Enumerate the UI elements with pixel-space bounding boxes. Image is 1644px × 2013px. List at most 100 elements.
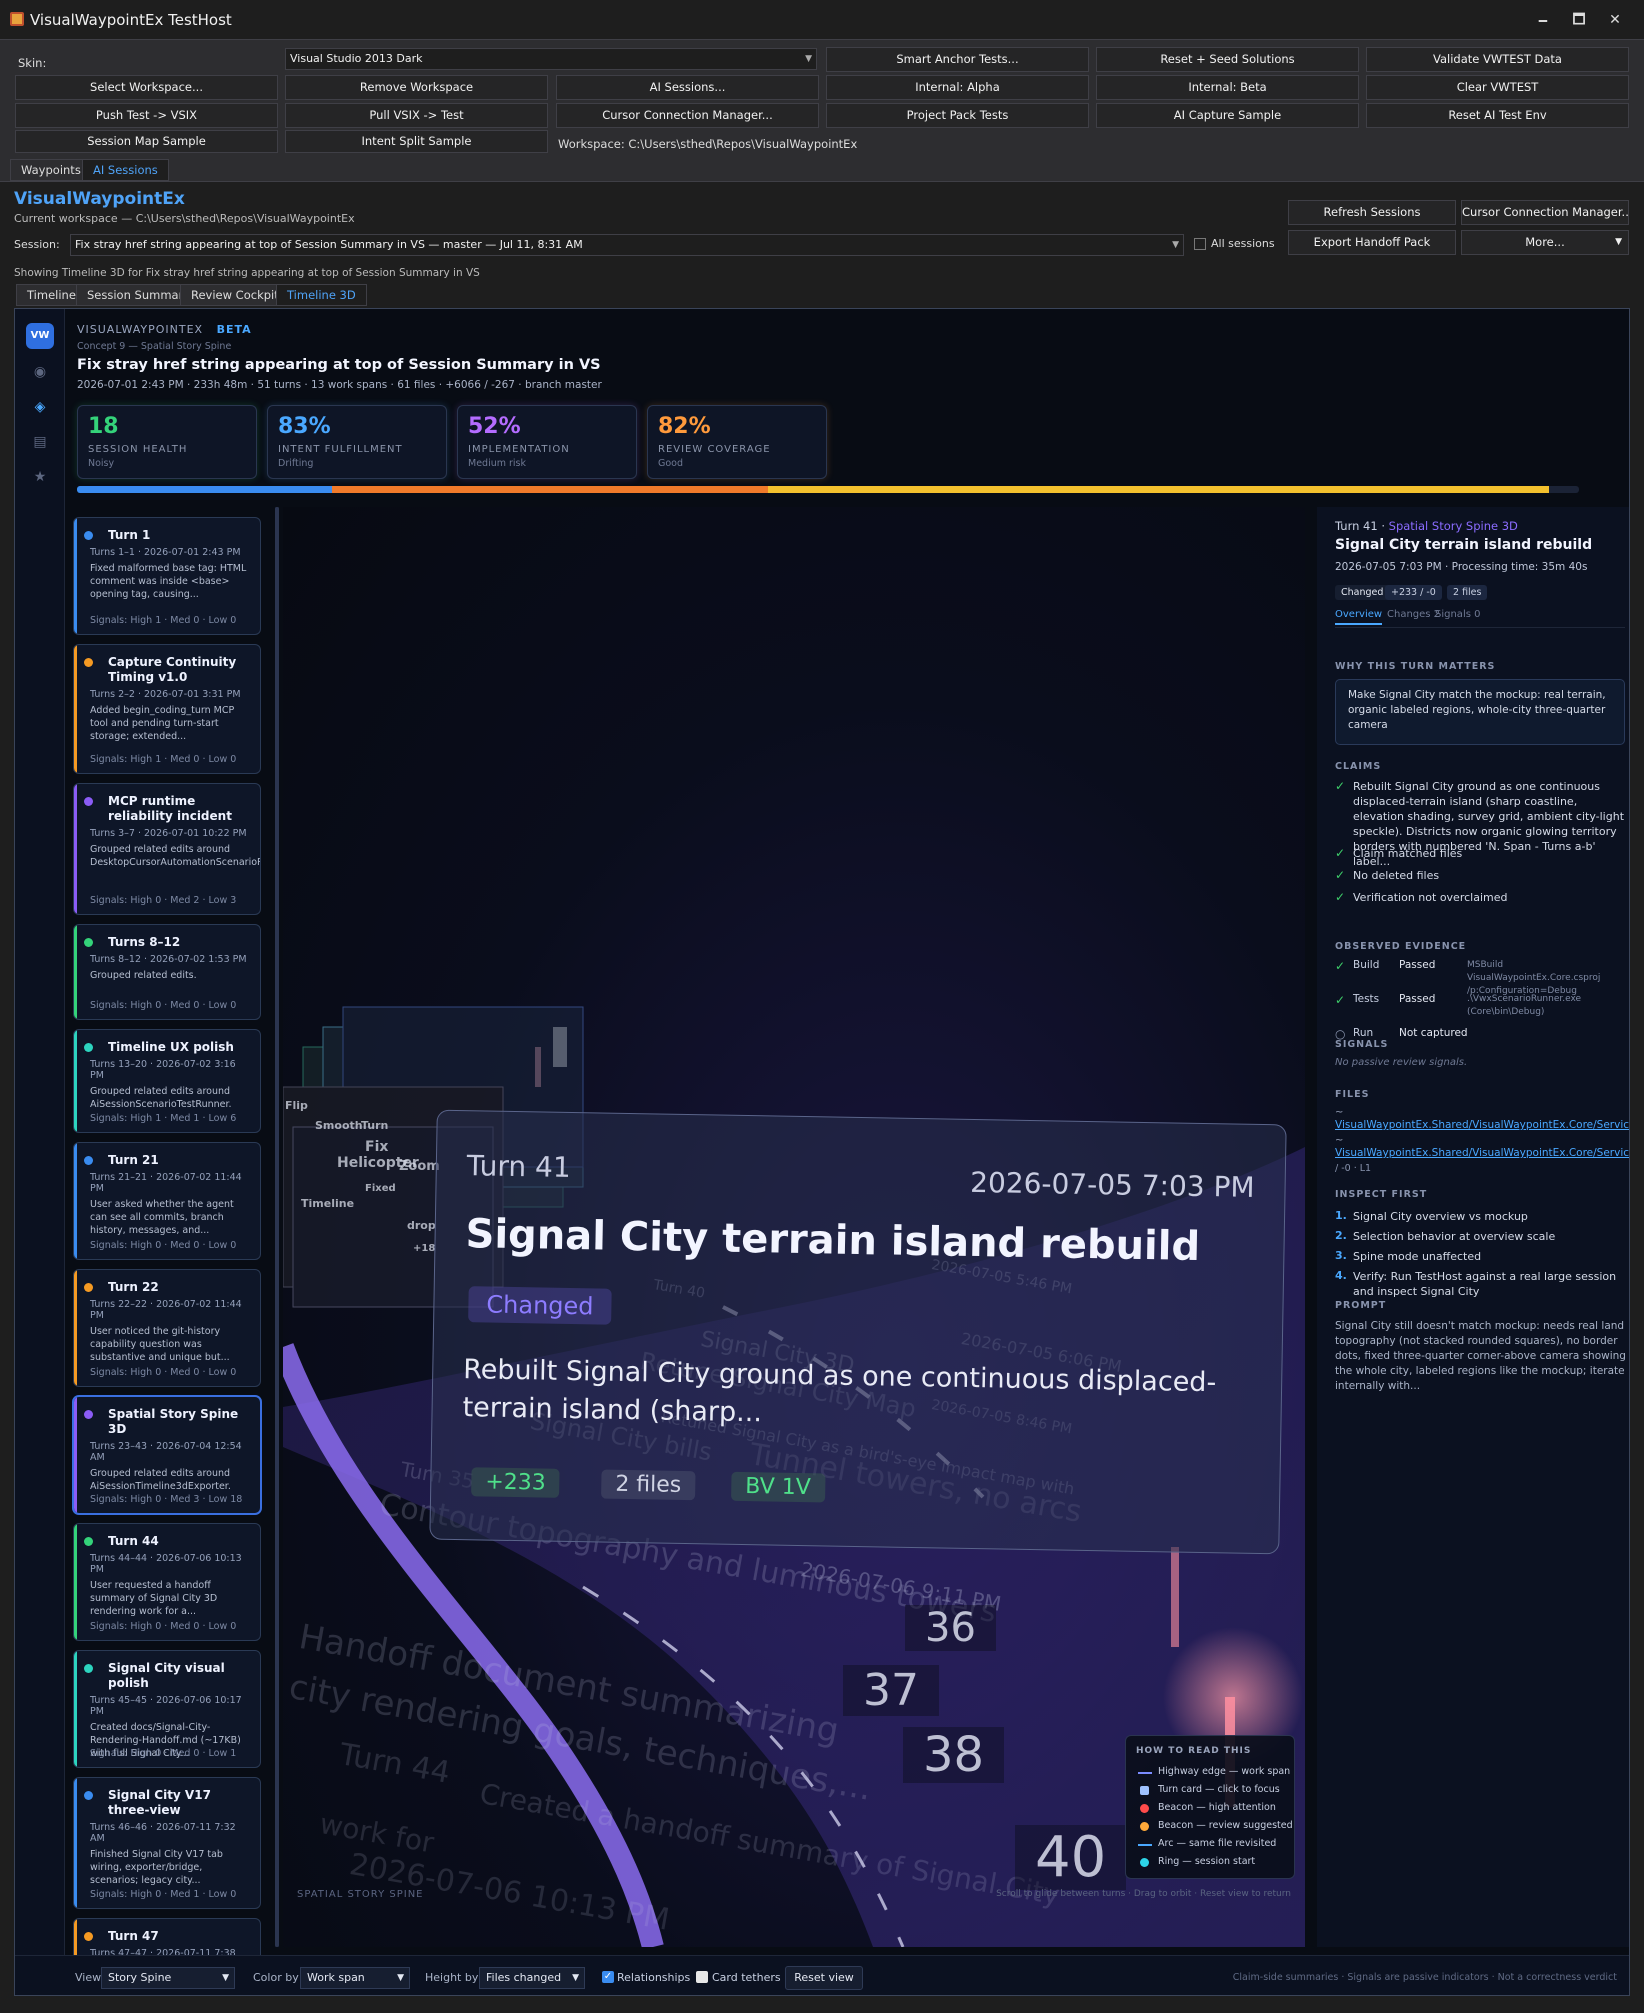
card-title: Capture Continuity Timing v1.0 bbox=[108, 655, 237, 684]
session-select[interactable]: Fix stray href string appearing at top o… bbox=[70, 234, 1184, 256]
status-dot-icon bbox=[84, 938, 93, 947]
tab-review-cockpit[interactable]: Review Cockpit bbox=[180, 284, 290, 306]
workspace-path: Workspace: C:\Users\sthed\Repos\VisualWa… bbox=[558, 137, 858, 151]
pull-vsix-button[interactable]: Pull VSIX -> Test bbox=[285, 103, 548, 128]
legend-dot-icon bbox=[1140, 1858, 1149, 1867]
mini-card-label[interactable]: Flip bbox=[285, 1099, 308, 1112]
spatial-story-spine-scene[interactable]: Turn 40Retune Signal City Map2026-07-05 … bbox=[283, 507, 1305, 1947]
check-icon: ✓ bbox=[1335, 846, 1346, 860]
brand-name: VISUALWAYPOINTEX bbox=[77, 323, 204, 336]
ai-capture-button[interactable]: AI Capture Sample bbox=[1096, 103, 1359, 128]
validate-button[interactable]: Validate VWTEST Data bbox=[1366, 47, 1629, 72]
panel-span-link[interactable]: Spatial Story Spine 3D bbox=[1389, 519, 1518, 533]
turn-marker[interactable]: 38 bbox=[903, 1727, 1005, 1783]
skin-select[interactable]: Visual Studio 2013 Dark ▼ bbox=[285, 48, 817, 70]
mini-card-label[interactable]: Turn bbox=[361, 1119, 388, 1132]
star-icon[interactable]: ★ bbox=[31, 469, 49, 487]
relationships-label: Relationships bbox=[617, 1971, 691, 1984]
file-link[interactable]: VisualWaypointEx.Shared/VisualWaypointEx… bbox=[1335, 1119, 1629, 1131]
record-icon[interactable]: ◉ bbox=[31, 364, 49, 382]
tab-ai-sessions[interactable]: AI Sessions bbox=[82, 159, 169, 181]
mini-card-label[interactable]: Timeline bbox=[301, 1197, 354, 1210]
cursor-manager-button[interactable]: Cursor Connection Manager... bbox=[1461, 200, 1629, 225]
maximize-button[interactable]: 🗖 bbox=[1566, 8, 1592, 32]
mini-card-label[interactable]: drop bbox=[407, 1219, 436, 1232]
session-map-button[interactable]: Session Map Sample bbox=[15, 130, 278, 153]
file-link[interactable]: VisualWaypointEx.Shared/VisualWaypointEx… bbox=[1335, 1147, 1629, 1159]
status-dot-icon bbox=[84, 1791, 93, 1800]
list-icon[interactable]: ▤ bbox=[31, 434, 49, 452]
turn-card[interactable]: MCP runtime reliability incident Turns 3–… bbox=[73, 783, 261, 915]
card-tethers-checkbox[interactable] bbox=[696, 1971, 708, 1983]
claim-text: Verification not overclaimed bbox=[1353, 891, 1508, 904]
turn-card[interactable]: Spatial Story Spine 3D Turns 23–43 · 2026… bbox=[73, 1396, 261, 1514]
status-dot-icon bbox=[84, 658, 93, 667]
card-title: Signal City visual polish bbox=[108, 1661, 225, 1690]
turn-card[interactable]: Turn 1 Turns 1–1 · 2026-07-01 2:43 PM Fixe… bbox=[73, 517, 261, 635]
turn-card[interactable]: Turn 44 Turns 44–44 · 2026-07-06 10:13 PM… bbox=[73, 1523, 261, 1641]
cursor-connection-button[interactable]: Cursor Connection Manager... bbox=[556, 103, 819, 128]
turn-card[interactable]: Turn 22 Turns 22–22 · 2026-07-02 11:44 PM… bbox=[73, 1269, 261, 1387]
view-select[interactable]: Story Spine ▼ bbox=[101, 1967, 235, 1989]
mini-card-label[interactable]: Fixed bbox=[365, 1183, 396, 1194]
export-handoff-button[interactable]: Export Handoff Pack bbox=[1288, 230, 1456, 255]
spine-icon[interactable]: ◈ bbox=[31, 399, 49, 417]
reset-ai-button[interactable]: Reset AI Test Env bbox=[1366, 103, 1629, 128]
all-sessions-checkbox[interactable] bbox=[1194, 238, 1206, 250]
tab-waypoints[interactable]: Waypoints bbox=[10, 159, 92, 181]
legend-line-icon bbox=[1138, 1844, 1152, 1846]
panel-turn-number: Turn 41 · bbox=[1335, 519, 1385, 533]
card-signals: Signals: High 1 · Med 0 · Low 0 bbox=[90, 615, 237, 626]
signals-empty: No passive review signals. bbox=[1335, 1057, 1468, 1068]
card-signals: Signals: High 0 · Med 0 · Low 0 bbox=[90, 1240, 237, 1251]
card-title: MCP runtime reliability incident bbox=[108, 794, 232, 823]
turn-card[interactable]: Timeline UX polish Turns 13–20 · 2026-07-… bbox=[73, 1029, 261, 1133]
turn-card[interactable]: Capture Continuity Timing v1.0 Turns 2–2 … bbox=[73, 644, 261, 774]
color-by-select[interactable]: Work span ▼ bbox=[300, 1967, 410, 1989]
more-button[interactable]: More... ▼ bbox=[1461, 230, 1629, 255]
intent-split-button[interactable]: Intent Split Sample bbox=[285, 130, 548, 153]
turn-card[interactable]: Signal City V17 three-view Turns 46–46 · … bbox=[73, 1777, 261, 1909]
legend-dot-icon bbox=[1140, 1822, 1149, 1831]
push-test-button[interactable]: Push Test -> VSIX bbox=[15, 103, 278, 128]
panel-tab-overview[interactable]: Overview bbox=[1335, 609, 1383, 625]
reset-view-button[interactable]: Reset view bbox=[785, 1966, 863, 1990]
clear-vwtest-button[interactable]: Clear VWTEST bbox=[1366, 75, 1629, 100]
turn-marker[interactable]: 36 bbox=[905, 1605, 996, 1651]
close-button[interactable]: ✕ bbox=[1602, 8, 1628, 32]
legend-square-icon bbox=[1140, 1786, 1149, 1795]
file-prefix: ~ bbox=[1335, 1107, 1344, 1118]
card-meta: Turns 2–2 · 2026-07-01 3:31 PM bbox=[90, 689, 241, 700]
mini-card-label[interactable]: Fix bbox=[365, 1139, 388, 1155]
ai-sessions-button[interactable]: AI Sessions... bbox=[556, 75, 819, 100]
card-list-scrollbar[interactable] bbox=[275, 507, 279, 1947]
view-select-value: Story Spine bbox=[108, 1971, 172, 1984]
mini-card-label[interactable]: +18 bbox=[413, 1243, 435, 1254]
relationships-checkbox[interactable]: ✓ bbox=[602, 1971, 614, 1983]
turn-marker[interactable]: 40 bbox=[1015, 1825, 1127, 1890]
turn-marker[interactable]: 37 bbox=[843, 1665, 939, 1716]
refresh-sessions-button[interactable]: Refresh Sessions bbox=[1288, 200, 1456, 225]
height-by-select[interactable]: Files changed ▼ bbox=[479, 1967, 585, 1989]
focused-turn-card[interactable]: Turn 41 2026-07-05 7:03 PM Signal City t… bbox=[429, 1109, 1287, 1555]
card-meta: Turns 21–21 · 2026-07-02 11:44 PM bbox=[90, 1172, 242, 1194]
minimize-button[interactable]: 🗕 bbox=[1530, 8, 1556, 32]
turn-card[interactable]: Turn 21 Turns 21–21 · 2026-07-02 11:44 PM… bbox=[73, 1142, 261, 1260]
turn-card[interactable]: Signal City visual polish Turns 45–45 · 2… bbox=[73, 1650, 261, 1768]
internal-alpha-button[interactable]: Internal: Alpha bbox=[826, 75, 1089, 100]
smart-anchor-button[interactable]: Smart Anchor Tests... bbox=[826, 47, 1089, 72]
internal-beta-button[interactable]: Internal: Beta bbox=[1096, 75, 1359, 100]
mini-card-label[interactable]: Smooth bbox=[315, 1119, 363, 1132]
reset-seed-button[interactable]: Reset + Seed Solutions bbox=[1096, 47, 1359, 72]
select-workspace-button[interactable]: Select Workspace... bbox=[15, 75, 278, 100]
scrollbar-thumb[interactable] bbox=[275, 507, 279, 1947]
card-title: Spatial Story Spine 3D bbox=[108, 1407, 239, 1436]
panel-tab-signals[interactable]: Signals 0 bbox=[1435, 609, 1480, 620]
mini-card-label[interactable]: Helicopter bbox=[337, 1155, 419, 1171]
panel-tab-changes[interactable]: Changes 2 bbox=[1387, 609, 1440, 620]
remove-workspace-button[interactable]: Remove Workspace bbox=[285, 75, 548, 100]
project-pack-button[interactable]: Project Pack Tests bbox=[826, 103, 1089, 128]
panel-chip-lines: +233 / -0 bbox=[1385, 585, 1442, 600]
tab-timeline-3d[interactable]: Timeline 3D bbox=[276, 284, 367, 306]
turn-card[interactable]: Turns 8–12 Turns 8–12 · 2026-07-02 1:53 P… bbox=[73, 924, 261, 1020]
